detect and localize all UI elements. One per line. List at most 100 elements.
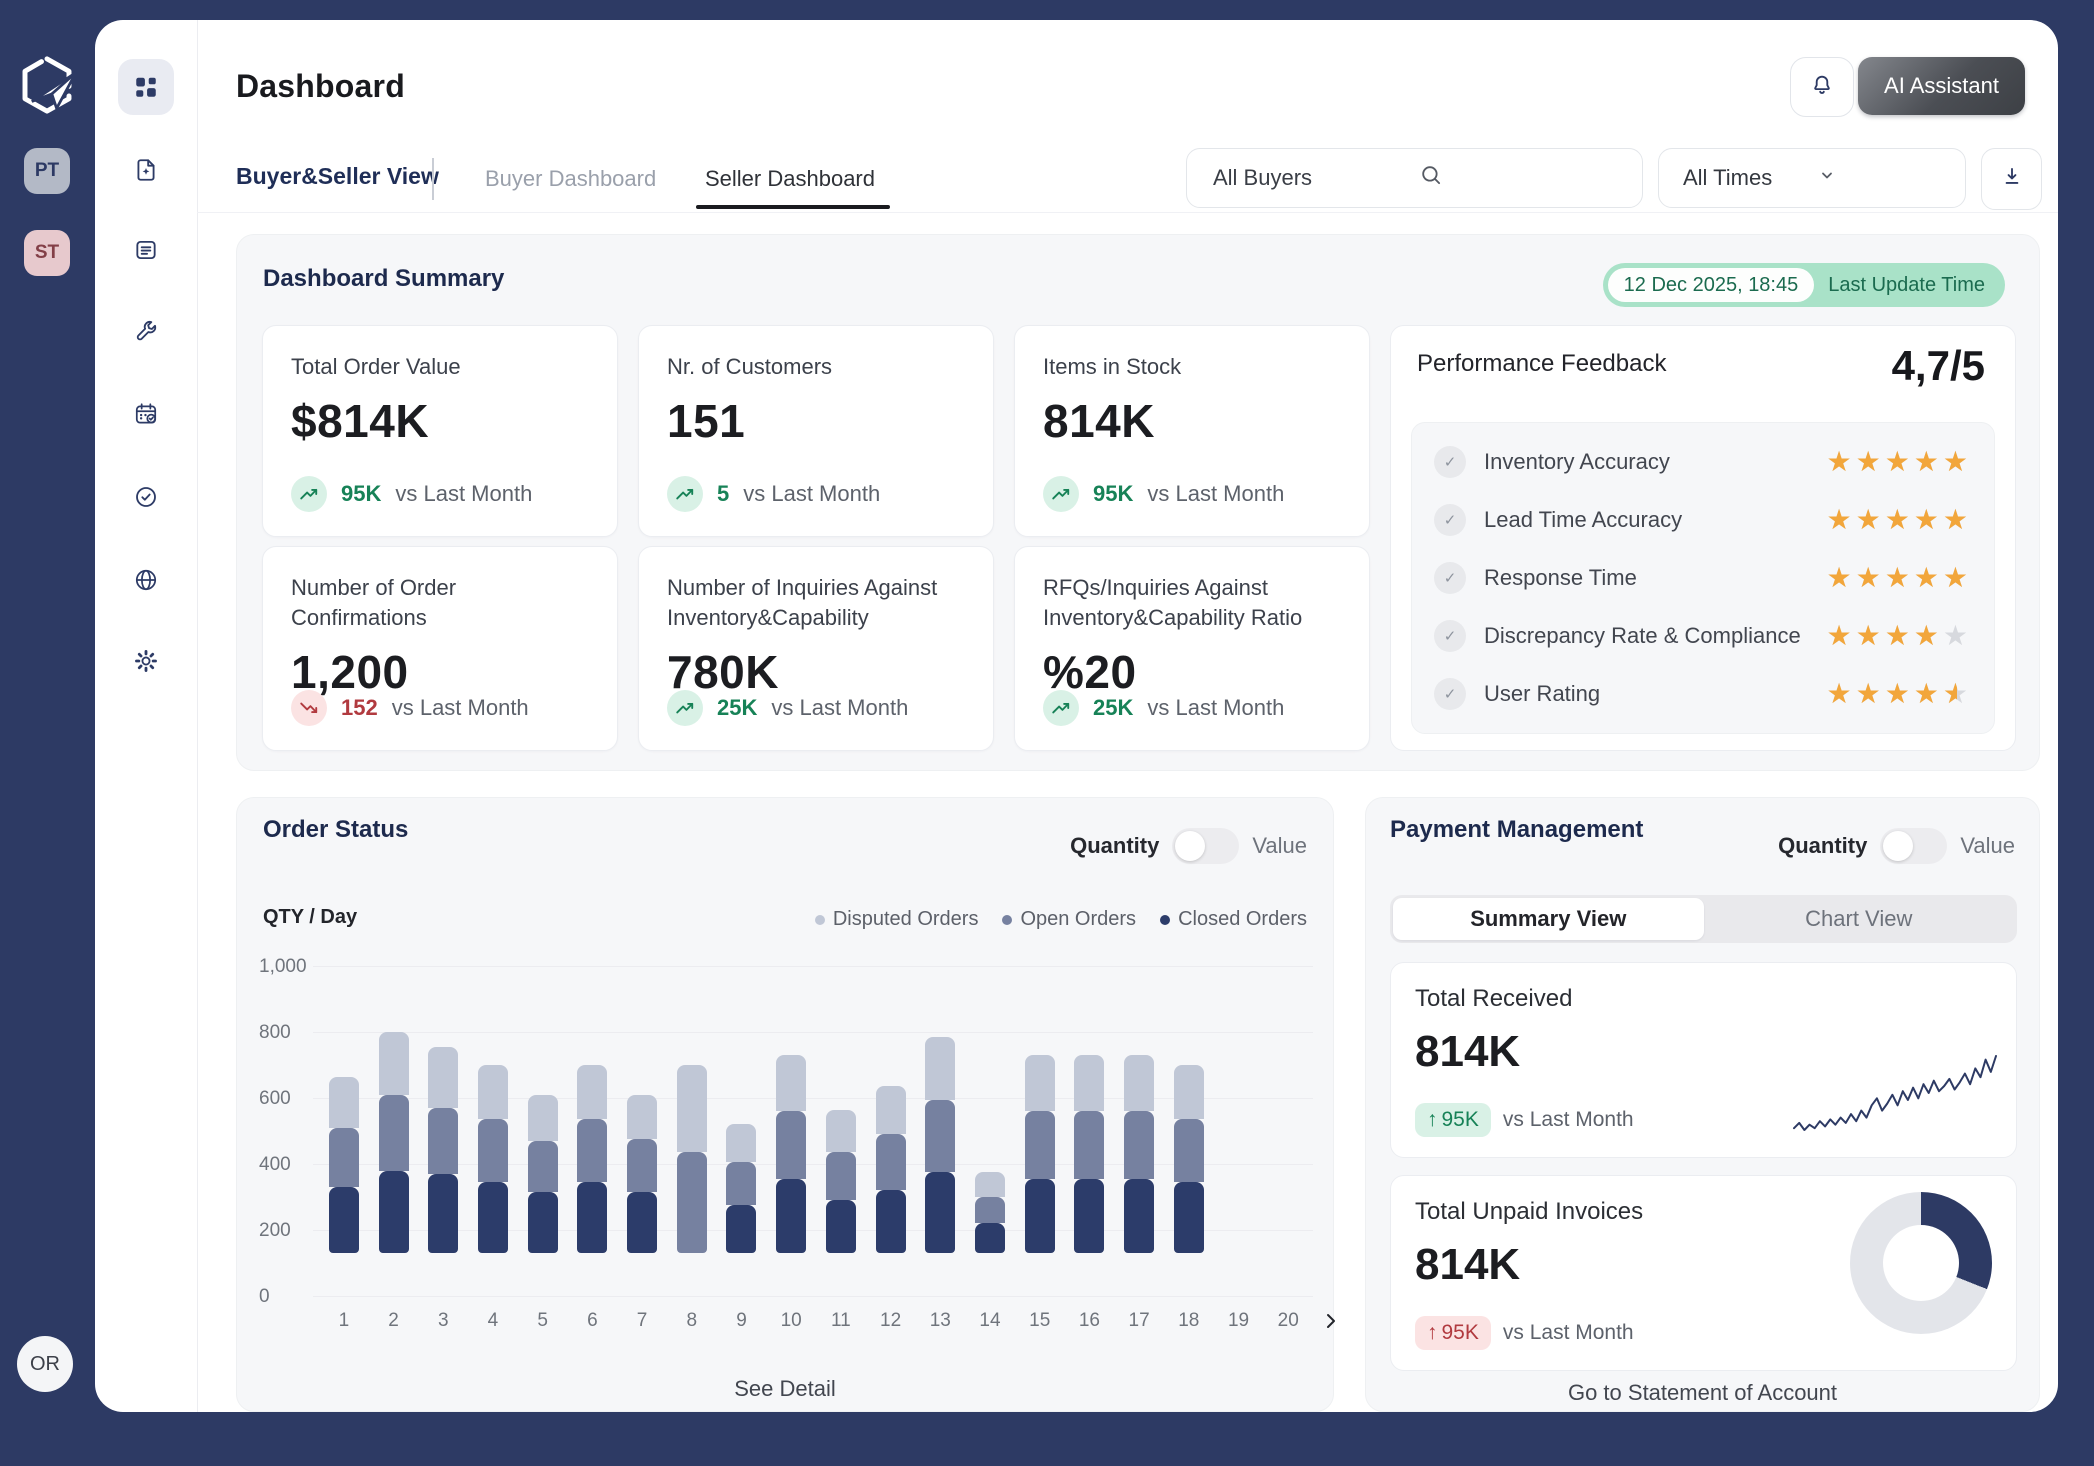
bar-segment-disputed-orders: [478, 1065, 508, 1119]
chevron-right-icon[interactable]: [1319, 1309, 1343, 1338]
trending-up-icon: [667, 690, 703, 726]
x-axis-tick: 11: [816, 1310, 866, 1332]
ai-assistant-button[interactable]: AI Assistant: [1858, 57, 2025, 115]
star-rating: ★★★★★★★★★★: [1826, 448, 1972, 476]
time-filter-select[interactable]: All Times: [1658, 148, 1966, 208]
y-axis-tick: 600: [259, 1088, 309, 1110]
performance-label: Discrepancy Rate & Compliance: [1484, 623, 1808, 649]
x-axis-tick: 7: [617, 1310, 667, 1332]
stacked-bar[interactable]: [577, 1065, 607, 1253]
bar-segment-disputed-orders: [776, 1055, 806, 1111]
legend-item: Open Orders: [1002, 908, 1136, 931]
stacked-bar[interactable]: [428, 1047, 458, 1253]
stacked-bar[interactable]: [1025, 1055, 1055, 1253]
metric-card: Number of Order Confirmations1,200 152 v…: [262, 546, 618, 751]
statement-of-account-link[interactable]: Go to Statement of Account: [1366, 1380, 2039, 1406]
nav-item-global[interactable]: [118, 552, 174, 608]
bar-segment-disputed-orders: [726, 1124, 756, 1162]
workspace-badge-st[interactable]: ST: [24, 230, 70, 276]
trending-down-icon: [291, 690, 327, 726]
bar-segment-disputed-orders: [925, 1037, 955, 1100]
search-icon[interactable]: [1418, 162, 1623, 194]
nav-item-dashboard[interactable]: [118, 59, 174, 115]
order-qty-value-switch[interactable]: [1172, 828, 1239, 864]
tab-buyer-dashboard[interactable]: Buyer Dashboard: [485, 166, 656, 192]
nav-item-verified[interactable]: [118, 469, 174, 525]
y-axis-tick: 800: [259, 1022, 309, 1044]
x-axis-tick: 20: [1263, 1310, 1313, 1332]
nav-item-schedule[interactable]: [118, 386, 174, 442]
stacked-bar[interactable]: [726, 1124, 756, 1253]
tab-chart-view[interactable]: Chart View: [1704, 898, 2015, 940]
nav-item-settings[interactable]: [118, 633, 174, 689]
stacked-bar[interactable]: [975, 1172, 1005, 1253]
buyer-search-input[interactable]: All Buyers: [1186, 148, 1643, 208]
bar-segment-open-orders: [677, 1152, 707, 1253]
tab-summary-view[interactable]: Summary View: [1393, 898, 1704, 940]
x-axis-tick: 10: [766, 1310, 816, 1332]
bar-segment-disputed-orders: [876, 1086, 906, 1134]
nav-item-tools[interactable]: [118, 304, 174, 360]
metric-card-title: Total Order Value: [291, 352, 589, 382]
toggle-value-label[interactable]: Value: [1960, 833, 2015, 859]
bar-segment-closed-orders: [379, 1171, 409, 1254]
metric-card-value: 151: [667, 394, 965, 448]
metric-delta: 95K: [1093, 481, 1133, 507]
bar-slot: [468, 966, 518, 1296]
stacked-bar[interactable]: [1074, 1055, 1104, 1253]
app-root: { "colors": { "navy": "#2d3a64", "bar_cl…: [0, 0, 2094, 1466]
nav-item-notes[interactable]: [118, 222, 174, 278]
bar-segment-closed-orders: [577, 1182, 607, 1253]
bar-segment-open-orders: [577, 1119, 607, 1182]
star-rating-fill: ★★★★★: [1826, 622, 1942, 650]
stacked-bar[interactable]: [627, 1095, 657, 1253]
bar-segment-closed-orders: [876, 1190, 906, 1253]
stacked-bar[interactable]: [1174, 1065, 1204, 1253]
bar-slot: [866, 966, 916, 1296]
stacked-bar[interactable]: [826, 1110, 856, 1254]
bar-segment-disputed-orders: [1074, 1055, 1104, 1111]
bars-area: [319, 966, 1313, 1296]
stacked-bar[interactable]: [925, 1037, 955, 1253]
stacked-bar[interactable]: [478, 1065, 508, 1253]
stacked-bar[interactable]: [329, 1077, 359, 1254]
performance-feedback-card: Performance Feedback 4,7/5 ✓Inventory Ac…: [1390, 325, 2016, 751]
bar-slot: [518, 966, 568, 1296]
toggle-value-label[interactable]: Value: [1252, 833, 1307, 859]
stacked-bar[interactable]: [1124, 1055, 1154, 1253]
stacked-bar[interactable]: [379, 1032, 409, 1253]
bar-segment-disputed-orders: [379, 1032, 409, 1095]
chart-axis-title: QTY / Day: [263, 906, 357, 929]
bar-slot: [1114, 966, 1164, 1296]
bar-segment-closed-orders: [726, 1205, 756, 1253]
toggle-quantity-label[interactable]: Quantity: [1070, 833, 1159, 859]
stacked-bar[interactable]: [876, 1086, 906, 1253]
stacked-bar[interactable]: [776, 1055, 806, 1253]
bar-segment-disputed-orders: [1025, 1055, 1055, 1111]
stacked-bar[interactable]: [677, 1065, 707, 1253]
nav-item-documents[interactable]: [118, 142, 174, 198]
tab-seller-dashboard[interactable]: Seller Dashboard: [705, 166, 875, 192]
see-detail-link[interactable]: See Detail: [237, 1376, 1333, 1402]
workspace-badge-pt[interactable]: PT: [24, 148, 70, 194]
last-update-datetime: 12 Dec 2025, 18:45: [1608, 268, 1815, 302]
toggle-quantity-label[interactable]: Quantity: [1778, 833, 1867, 859]
x-axis-tick: 18: [1164, 1310, 1214, 1332]
payment-qty-value-switch[interactable]: [1880, 828, 1947, 864]
download-button[interactable]: [1981, 148, 2042, 210]
stacked-bar[interactable]: [528, 1095, 558, 1253]
metric-card-title: Number of Order Confirmations: [291, 573, 589, 633]
notifications-button[interactable]: [1790, 57, 1854, 117]
x-axis-tick: 13: [915, 1310, 965, 1332]
bar-segment-closed-orders: [975, 1223, 1005, 1253]
view-switcher-label[interactable]: Buyer&Seller View: [236, 163, 439, 190]
bar-segment-closed-orders: [1074, 1179, 1104, 1253]
brand-logo[interactable]: [14, 52, 80, 118]
total-received-title: Total Received: [1415, 985, 1992, 1013]
trending-up-icon: [667, 476, 703, 512]
metric-card-grid: Total Order Value$814K 95K vs Last Month…: [262, 325, 2016, 751]
bar-slot: [1164, 966, 1214, 1296]
metric-delta-row: 95K vs Last Month: [1043, 476, 1284, 512]
bar-segment-closed-orders: [1174, 1182, 1204, 1253]
user-avatar[interactable]: OR: [17, 1336, 73, 1392]
